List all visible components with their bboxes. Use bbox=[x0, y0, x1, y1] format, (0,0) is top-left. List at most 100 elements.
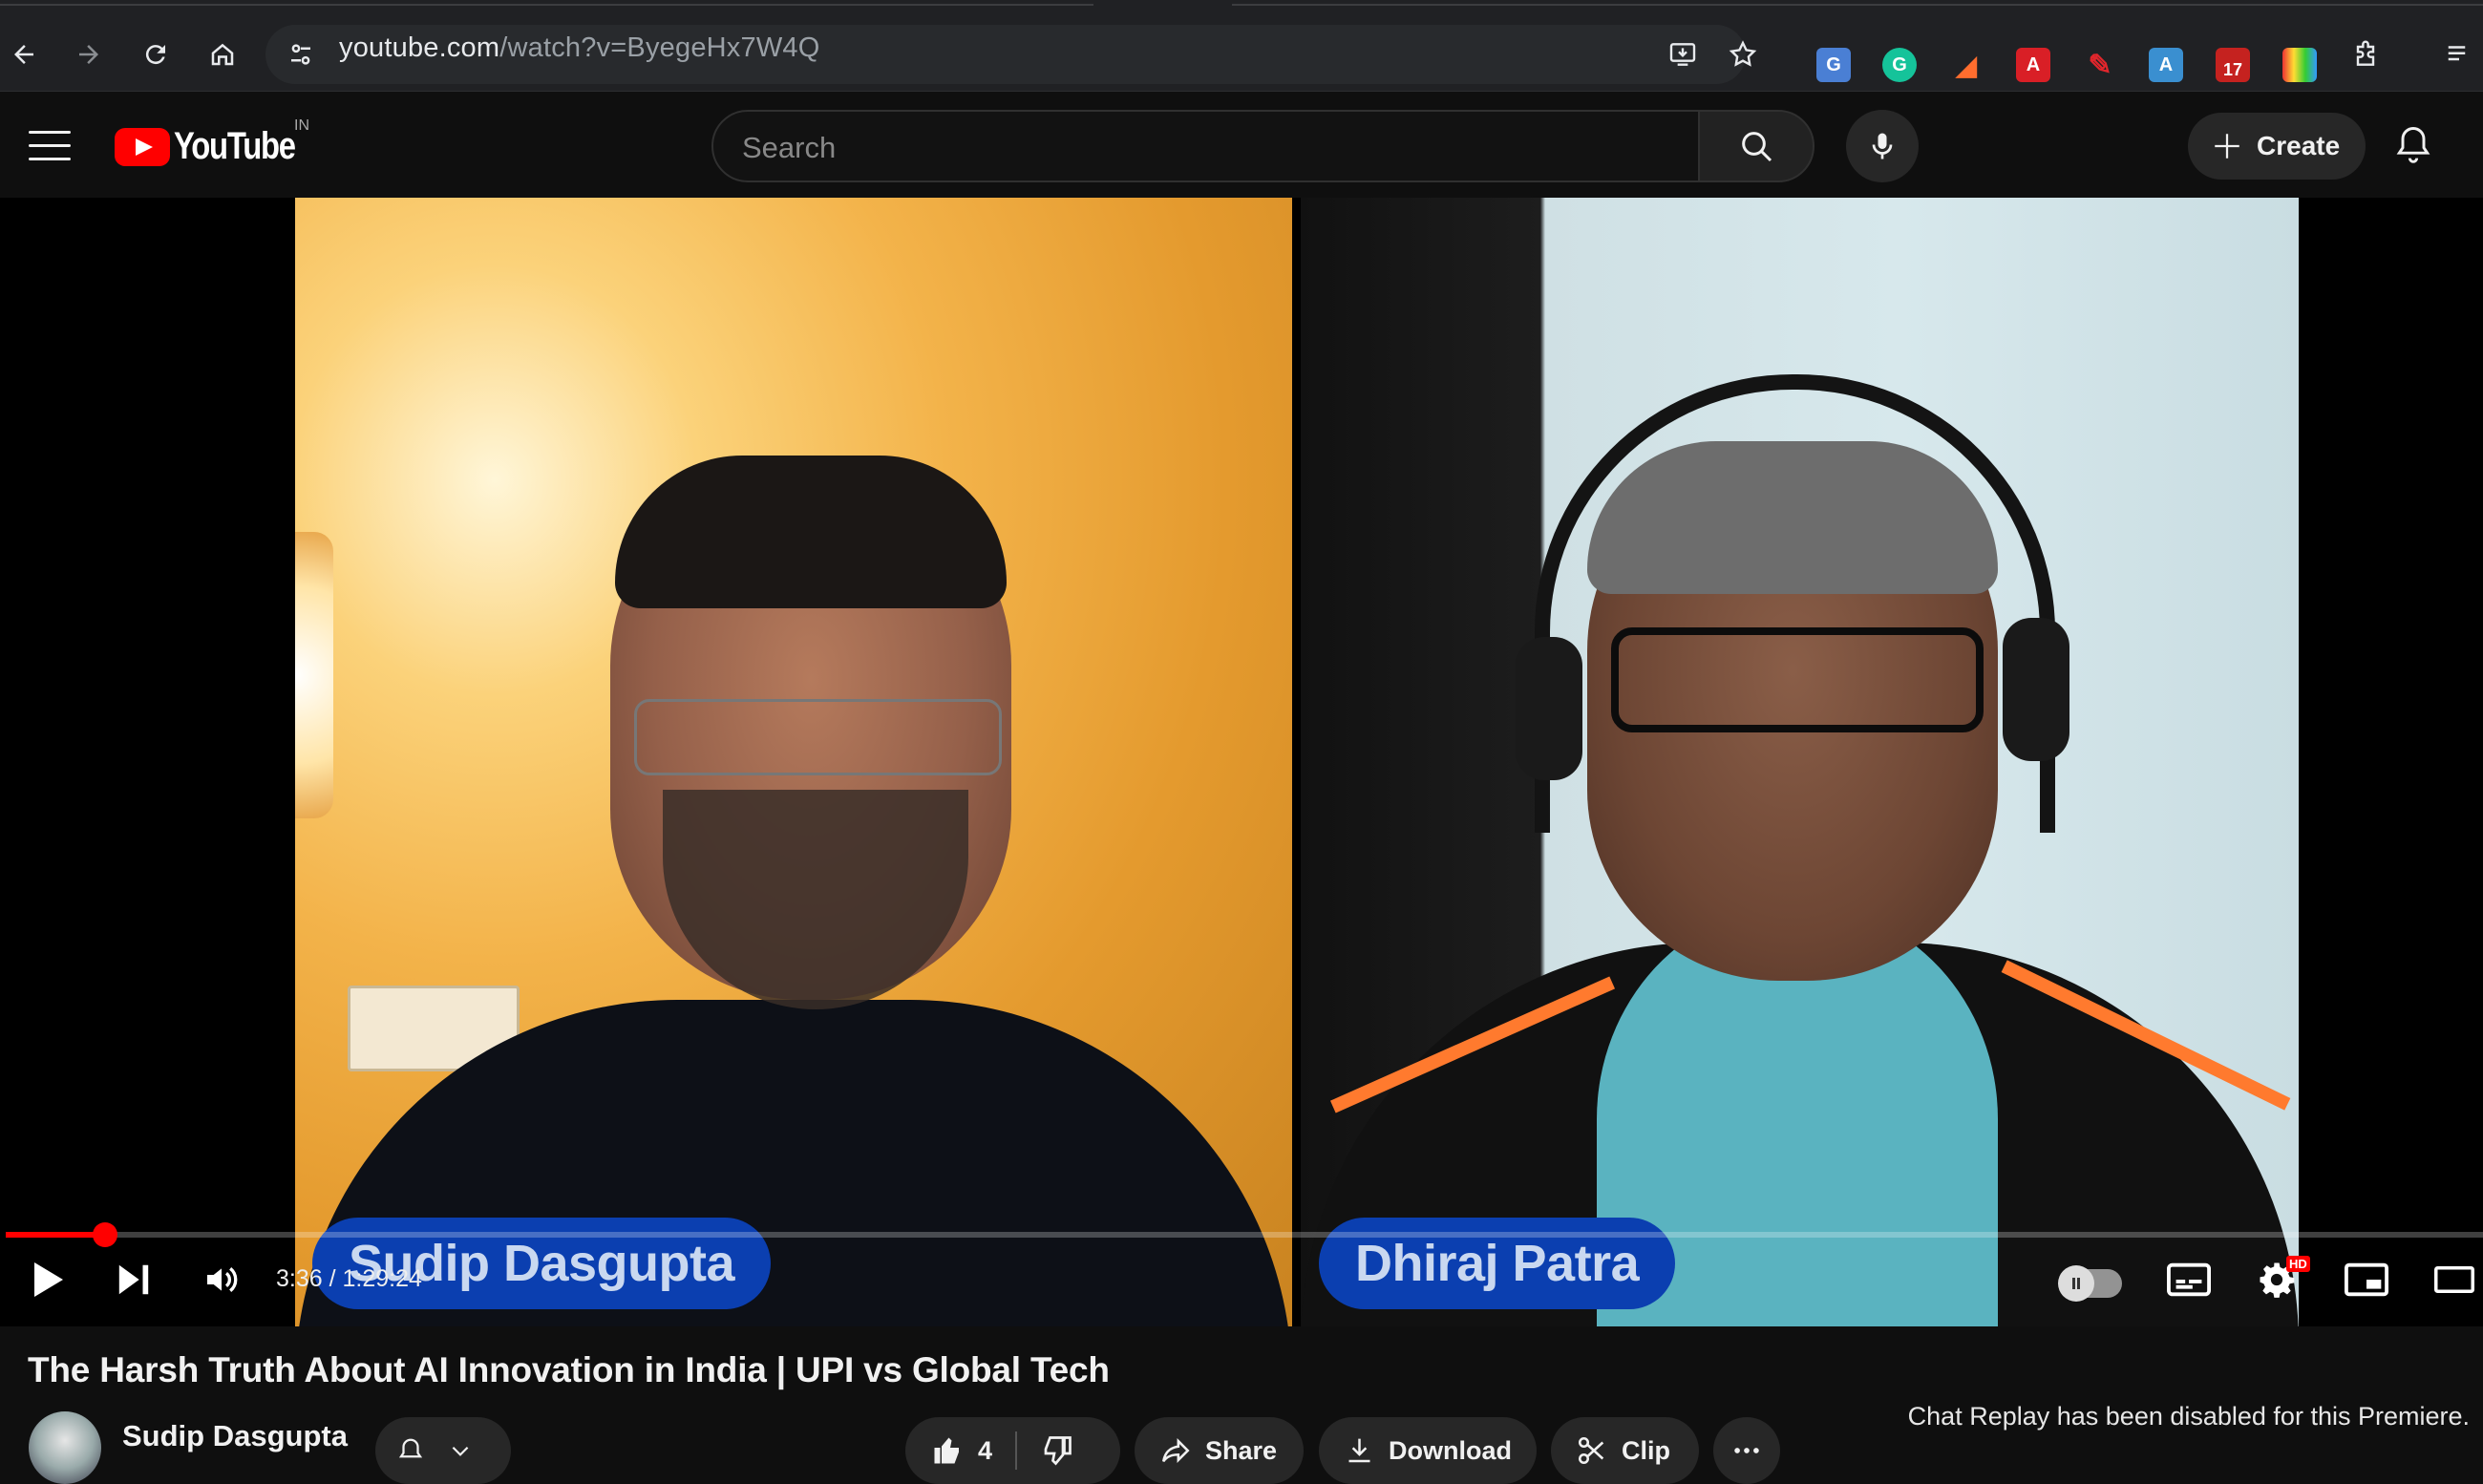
youtube-header: YouTube IN Search Create bbox=[0, 93, 2483, 198]
grammarly-icon[interactable]: G bbox=[1882, 48, 1917, 82]
volume-icon bbox=[207, 1267, 238, 1292]
browser-toolbar: youtube.com/watch?v=ByegeHx7W4Q G G ◢ A … bbox=[0, 17, 2483, 92]
home-icon bbox=[211, 43, 234, 66]
theater-mode-button[interactable] bbox=[2426, 1253, 2483, 1306]
home-button[interactable] bbox=[199, 31, 246, 78]
tab-edge bbox=[0, 0, 1093, 6]
forward-button[interactable] bbox=[65, 31, 113, 78]
search-button[interactable] bbox=[1698, 110, 1814, 182]
bookmark-button[interactable] bbox=[1719, 31, 1767, 78]
chevron-down-icon bbox=[452, 1446, 469, 1456]
notifications-button[interactable] bbox=[2392, 123, 2434, 170]
country-code: IN bbox=[294, 117, 309, 134]
pen-icon[interactable]: ✎ bbox=[2083, 48, 2117, 82]
reload-icon bbox=[145, 45, 165, 65]
reading-list-button[interactable] bbox=[2435, 31, 2483, 78]
more-actions-button[interactable] bbox=[1713, 1417, 1780, 1484]
back-button[interactable] bbox=[0, 31, 48, 78]
clip-button[interactable]: Clip bbox=[1551, 1417, 1699, 1484]
subscribed-notifications-button[interactable] bbox=[375, 1417, 511, 1484]
time-display: 3:36 / 1:29:24 bbox=[276, 1265, 422, 1292]
url-text: youtube.com/watch?v=ByegeHx7W4Q bbox=[339, 32, 819, 64]
scrubber-handle[interactable] bbox=[93, 1222, 117, 1247]
video-title: The Harsh Truth About AI Innovation in I… bbox=[28, 1350, 1110, 1389]
divider bbox=[1015, 1431, 1018, 1470]
left-camera-feed bbox=[295, 198, 1292, 1326]
mail-checker-icon[interactable]: 17 bbox=[2216, 48, 2250, 82]
acrobat-icon[interactable]: A bbox=[2016, 48, 2050, 82]
clip-label: Clip bbox=[1622, 1435, 1670, 1465]
like-dislike-group: 4 bbox=[905, 1417, 1120, 1484]
subtitles-icon bbox=[2167, 1262, 2211, 1297]
hd-badge: HD bbox=[2286, 1256, 2310, 1272]
more-horizontal-icon bbox=[1734, 1448, 1759, 1453]
hamburger-menu-icon[interactable] bbox=[29, 131, 71, 161]
bell-icon bbox=[398, 1438, 423, 1458]
search-input[interactable]: Search bbox=[711, 110, 1700, 182]
create-label: Create bbox=[2257, 131, 2341, 160]
arrow-left-icon bbox=[14, 45, 33, 64]
speaker-glasses bbox=[1611, 627, 1984, 732]
scissors-icon bbox=[1578, 1436, 1604, 1465]
headphone-cup bbox=[1516, 637, 1582, 780]
progress-bar[interactable] bbox=[6, 1232, 2483, 1238]
video-player[interactable]: Sudip Dasgupta Dhiraj Patra 3:36 / 1:29:… bbox=[0, 198, 2483, 1326]
install-app-button[interactable] bbox=[1659, 31, 1707, 78]
pause-icon bbox=[2072, 1278, 2080, 1289]
speaker-beard bbox=[663, 790, 968, 1009]
google-translate-icon[interactable]: G bbox=[1816, 48, 1851, 82]
tab-edge bbox=[1232, 0, 2483, 6]
text-extension-icon[interactable]: A bbox=[2149, 48, 2183, 82]
mute-button[interactable] bbox=[195, 1253, 248, 1306]
extensions-button[interactable] bbox=[2342, 31, 2389, 78]
lamp bbox=[295, 532, 333, 818]
thumbs-up-icon[interactable] bbox=[930, 1433, 965, 1468]
download-icon bbox=[1348, 1438, 1370, 1463]
url-path: /watch?v=ByegeHx7W4Q bbox=[499, 32, 820, 63]
theater-icon bbox=[2434, 1266, 2474, 1293]
search-placeholder: Search bbox=[742, 131, 837, 164]
tune-icon bbox=[291, 44, 310, 65]
url-host: youtube.com bbox=[339, 32, 500, 63]
bell-icon bbox=[2396, 127, 2430, 163]
headphone-cup bbox=[2003, 618, 2069, 761]
search-icon bbox=[1742, 132, 1772, 162]
autoplay-knob bbox=[2058, 1265, 2094, 1302]
speaker-glasses bbox=[634, 699, 1002, 775]
channel-avatar[interactable] bbox=[29, 1411, 101, 1484]
logo-text: YouTube bbox=[174, 125, 296, 167]
play-icon bbox=[34, 1262, 63, 1297]
channel-name[interactable]: Sudip Dasgupta bbox=[122, 1419, 348, 1453]
office-icon[interactable]: ◢ bbox=[1949, 48, 1984, 82]
create-button[interactable]: Create bbox=[2188, 113, 2366, 180]
play-button[interactable] bbox=[21, 1253, 74, 1306]
miniplayer-icon bbox=[2345, 1262, 2388, 1297]
site-info-button[interactable] bbox=[277, 31, 325, 78]
next-button[interactable] bbox=[107, 1253, 160, 1306]
youtube-logo[interactable]: YouTube bbox=[115, 125, 322, 168]
share-button[interactable]: Share bbox=[1135, 1417, 1304, 1484]
youtube-play-logo-icon bbox=[115, 127, 170, 166]
reload-button[interactable] bbox=[132, 31, 180, 78]
color-picker-icon[interactable] bbox=[2282, 48, 2317, 82]
browser-tab-strip bbox=[0, 0, 2483, 17]
like-count: 4 bbox=[978, 1435, 993, 1465]
share-label: Share bbox=[1205, 1435, 1278, 1465]
speaker-hair bbox=[615, 456, 1007, 608]
progress-played bbox=[6, 1232, 105, 1238]
miniplayer-button[interactable] bbox=[2340, 1253, 2393, 1306]
mail-badge-count: 17 bbox=[2222, 59, 2243, 79]
subtitles-button[interactable] bbox=[2162, 1253, 2216, 1306]
chat-replay-notice: Chat Replay has been disabled for this P… bbox=[1907, 1402, 2470, 1431]
headphones bbox=[1535, 374, 2055, 833]
puzzle-icon bbox=[2356, 40, 2375, 66]
arrow-right-icon bbox=[79, 45, 98, 64]
list-icon bbox=[2448, 46, 2466, 61]
microphone-icon bbox=[1872, 133, 1893, 159]
voice-search-button[interactable] bbox=[1846, 110, 1919, 182]
install-icon bbox=[1669, 43, 1696, 66]
star-icon bbox=[1729, 40, 1757, 67]
plus-icon bbox=[2215, 134, 2239, 159]
download-button[interactable]: Download bbox=[1319, 1417, 1537, 1484]
thumbs-down-icon[interactable] bbox=[1040, 1433, 1074, 1468]
